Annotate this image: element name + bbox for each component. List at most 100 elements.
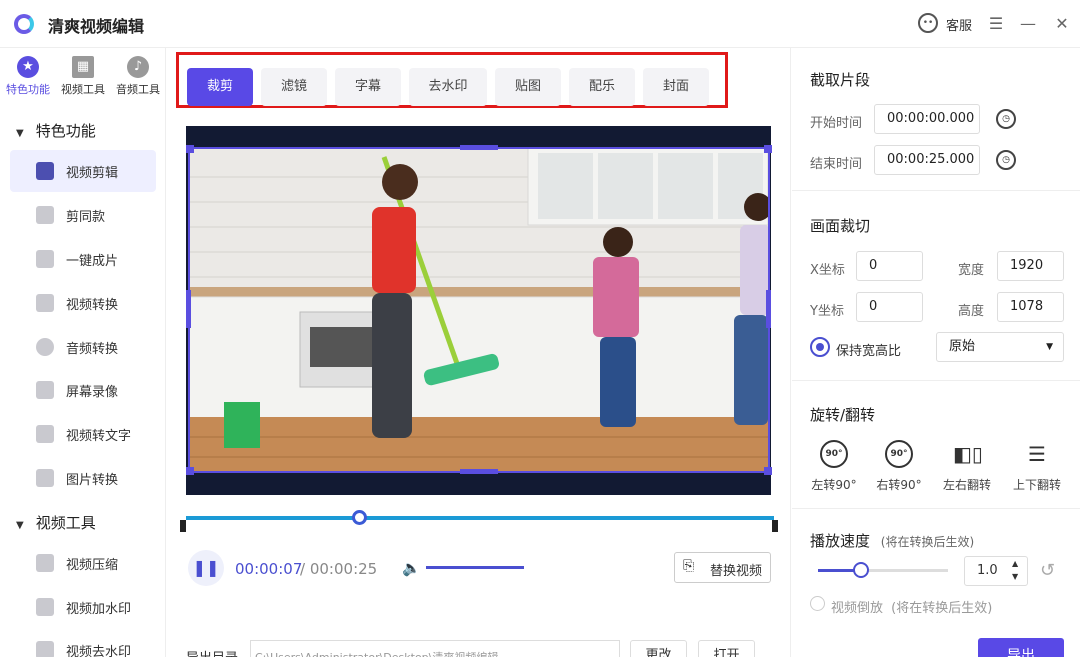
sidebar-item-label: 视频转文字: [66, 429, 132, 444]
sidebar-item-label: 剪同款: [66, 210, 106, 225]
rotate-right-button[interactable]: 90° 右转90°: [871, 440, 927, 493]
play-file-icon: [36, 250, 54, 268]
crop-section-title: 画面裁切: [810, 217, 871, 235]
flip-horizontal-icon: ◧▯: [953, 442, 983, 466]
reset-speed-icon[interactable]: ↺: [1040, 560, 1055, 581]
aspect-ratio-select[interactable]: 原始 ▼: [936, 332, 1064, 362]
sidebar-item-label: 视频剪辑: [66, 166, 119, 181]
timeline-track[interactable]: [186, 516, 774, 520]
sidebar-item-remove-watermark[interactable]: 视频去水印: [10, 629, 156, 657]
rotate-left-button[interactable]: 90° 左转90°: [806, 440, 862, 493]
trim-handle-end[interactable]: [772, 520, 778, 532]
sidebar-item-video-edit[interactable]: 视频剪辑: [10, 150, 156, 192]
output-path-field[interactable]: C:\Users\Administrator\Desktop\清爽视频编辑: [250, 640, 620, 657]
current-time: 00:00:07: [235, 560, 303, 578]
crop-handle-left[interactable]: [186, 290, 191, 328]
tab-filter[interactable]: 滤镜: [261, 68, 327, 106]
reverse-video-radio[interactable]: [810, 596, 825, 611]
speed-stepper-icon[interactable]: ▲ ▼: [1012, 557, 1018, 583]
minimize-icon[interactable]: —: [1016, 10, 1040, 38]
x-coord-input[interactable]: 0: [856, 251, 923, 281]
crop-handle-bottom[interactable]: [460, 469, 498, 474]
tab-remove-watermark[interactable]: 去水印: [409, 68, 487, 106]
sidebar-tab-label: 视频工具: [61, 83, 105, 96]
height-input[interactable]: 1078: [997, 292, 1064, 322]
sidebar-item-video-compress[interactable]: 视频压缩: [10, 542, 156, 584]
sidebar-item-label: 视频压缩: [66, 558, 119, 573]
menu-icon[interactable]: ☰: [984, 10, 1008, 38]
export-button[interactable]: 导出: [978, 638, 1064, 657]
set-end-clock-icon[interactable]: ◷: [996, 150, 1016, 170]
sidebar-tab-features[interactable]: ★ 特色功能: [0, 56, 56, 100]
replace-video-button[interactable]: ⎘ 替换视频: [674, 552, 771, 583]
customer-service-icon[interactable]: ••: [918, 13, 938, 33]
image-icon: [36, 206, 54, 224]
width-label: 宽度: [958, 263, 985, 278]
end-time-input[interactable]: 00:00:25.000: [874, 145, 980, 175]
width-input[interactable]: 1920: [997, 251, 1064, 281]
sidebar-item-label: 屏幕录像: [66, 385, 119, 400]
section-header-features[interactable]: ▼ 特色功能: [16, 120, 96, 141]
tab-subtitle[interactable]: 字幕: [335, 68, 401, 106]
watermark-icon: [36, 598, 54, 616]
keep-ratio-radio[interactable]: [810, 337, 830, 357]
dropdown-caret-icon: ▼: [1046, 342, 1053, 352]
collapse-triangle-icon: ▼: [16, 520, 24, 531]
speed-input[interactable]: 1.0: [964, 556, 1028, 586]
keep-ratio-label: 保持宽高比: [836, 344, 902, 359]
start-time-label: 开始时间: [810, 116, 863, 131]
crop-selection-box[interactable]: [188, 147, 770, 473]
height-label: 高度: [958, 304, 985, 319]
flip-vertical-button[interactable]: ☰ 上下翻转: [1009, 440, 1065, 493]
start-time-input[interactable]: 00:00:00.000: [874, 104, 980, 134]
tab-crop[interactable]: 裁剪: [187, 68, 253, 106]
sidebar-item-video-convert[interactable]: 视频转换: [10, 282, 156, 324]
total-time: / 00:00:25: [300, 560, 378, 578]
audio-icon: ♪: [127, 56, 149, 78]
tab-sticker[interactable]: 贴图: [495, 68, 561, 106]
crop-handle-top[interactable]: [460, 145, 498, 150]
sidebar-item-label: 视频加水印: [66, 602, 132, 617]
set-start-clock-icon[interactable]: ◷: [996, 109, 1016, 129]
sidebar-tab-video-tools[interactable]: ▦ 视频工具: [55, 56, 111, 100]
trim-handle-start[interactable]: [180, 520, 186, 532]
reverse-video-label: 视频倒放 (将在转换后生效): [831, 601, 993, 616]
tab-cover[interactable]: 封面: [643, 68, 709, 106]
sidebar-item-same-style[interactable]: 剪同款: [10, 194, 156, 236]
rotate-left-icon: 90°: [820, 440, 848, 468]
playhead-handle[interactable]: [352, 510, 367, 525]
section-header-video-tools[interactable]: ▼ 视频工具: [16, 512, 96, 533]
open-dir-button[interactable]: 打开: [698, 640, 755, 657]
volume-icon[interactable]: 🔈: [402, 559, 421, 577]
app-logo-icon: [14, 14, 34, 34]
flip-horizontal-button[interactable]: ◧▯ 左右翻转: [939, 440, 995, 493]
sidebar-item-video-to-text[interactable]: 视频转文字: [10, 413, 156, 455]
crop-handle-top-left[interactable]: [186, 145, 194, 153]
sidebar-item-image-convert[interactable]: 图片转换: [10, 457, 156, 499]
crop-handle-right[interactable]: [766, 290, 771, 328]
sidebar-item-add-watermark[interactable]: 视频加水印: [10, 586, 156, 628]
app-window: 清爽视频编辑 •• 客服 ☰ — ✕ ★ 特色功能 ▦ 视频工具 ♪ 音频工具 …: [0, 0, 1080, 657]
speed-section-title: 播放速度 (将在转换后生效): [810, 532, 975, 550]
change-dir-button[interactable]: 更改: [630, 640, 687, 657]
sidebar-item-one-click[interactable]: 一键成片: [10, 238, 156, 280]
camera-icon: [36, 381, 54, 399]
output-dir-label: 导出目录: [186, 647, 238, 657]
replace-video-icon: ⎘: [683, 558, 695, 574]
sidebar-tab-audio-tools[interactable]: ♪ 音频工具: [110, 56, 166, 100]
volume-slider[interactable]: [426, 566, 524, 569]
pause-button[interactable]: ❚❚: [188, 550, 224, 586]
customer-service-label[interactable]: 客服: [946, 15, 972, 34]
crop-handle-bottom-left[interactable]: [186, 467, 194, 475]
crop-handle-top-right[interactable]: [764, 145, 772, 153]
sidebar-item-label: 音频转换: [66, 342, 119, 357]
film-icon: ▦: [72, 56, 94, 78]
sidebar-tab-label: 特色功能: [6, 83, 50, 96]
sidebar-item-audio-convert[interactable]: 音频转换: [10, 326, 156, 368]
y-coord-input[interactable]: 0: [856, 292, 923, 322]
sidebar-item-screen-record[interactable]: 屏幕录像: [10, 369, 156, 411]
close-icon[interactable]: ✕: [1050, 10, 1074, 38]
speed-slider-knob[interactable]: [853, 562, 869, 578]
crop-handle-bottom-right[interactable]: [764, 467, 772, 475]
tab-music[interactable]: 配乐: [569, 68, 635, 106]
